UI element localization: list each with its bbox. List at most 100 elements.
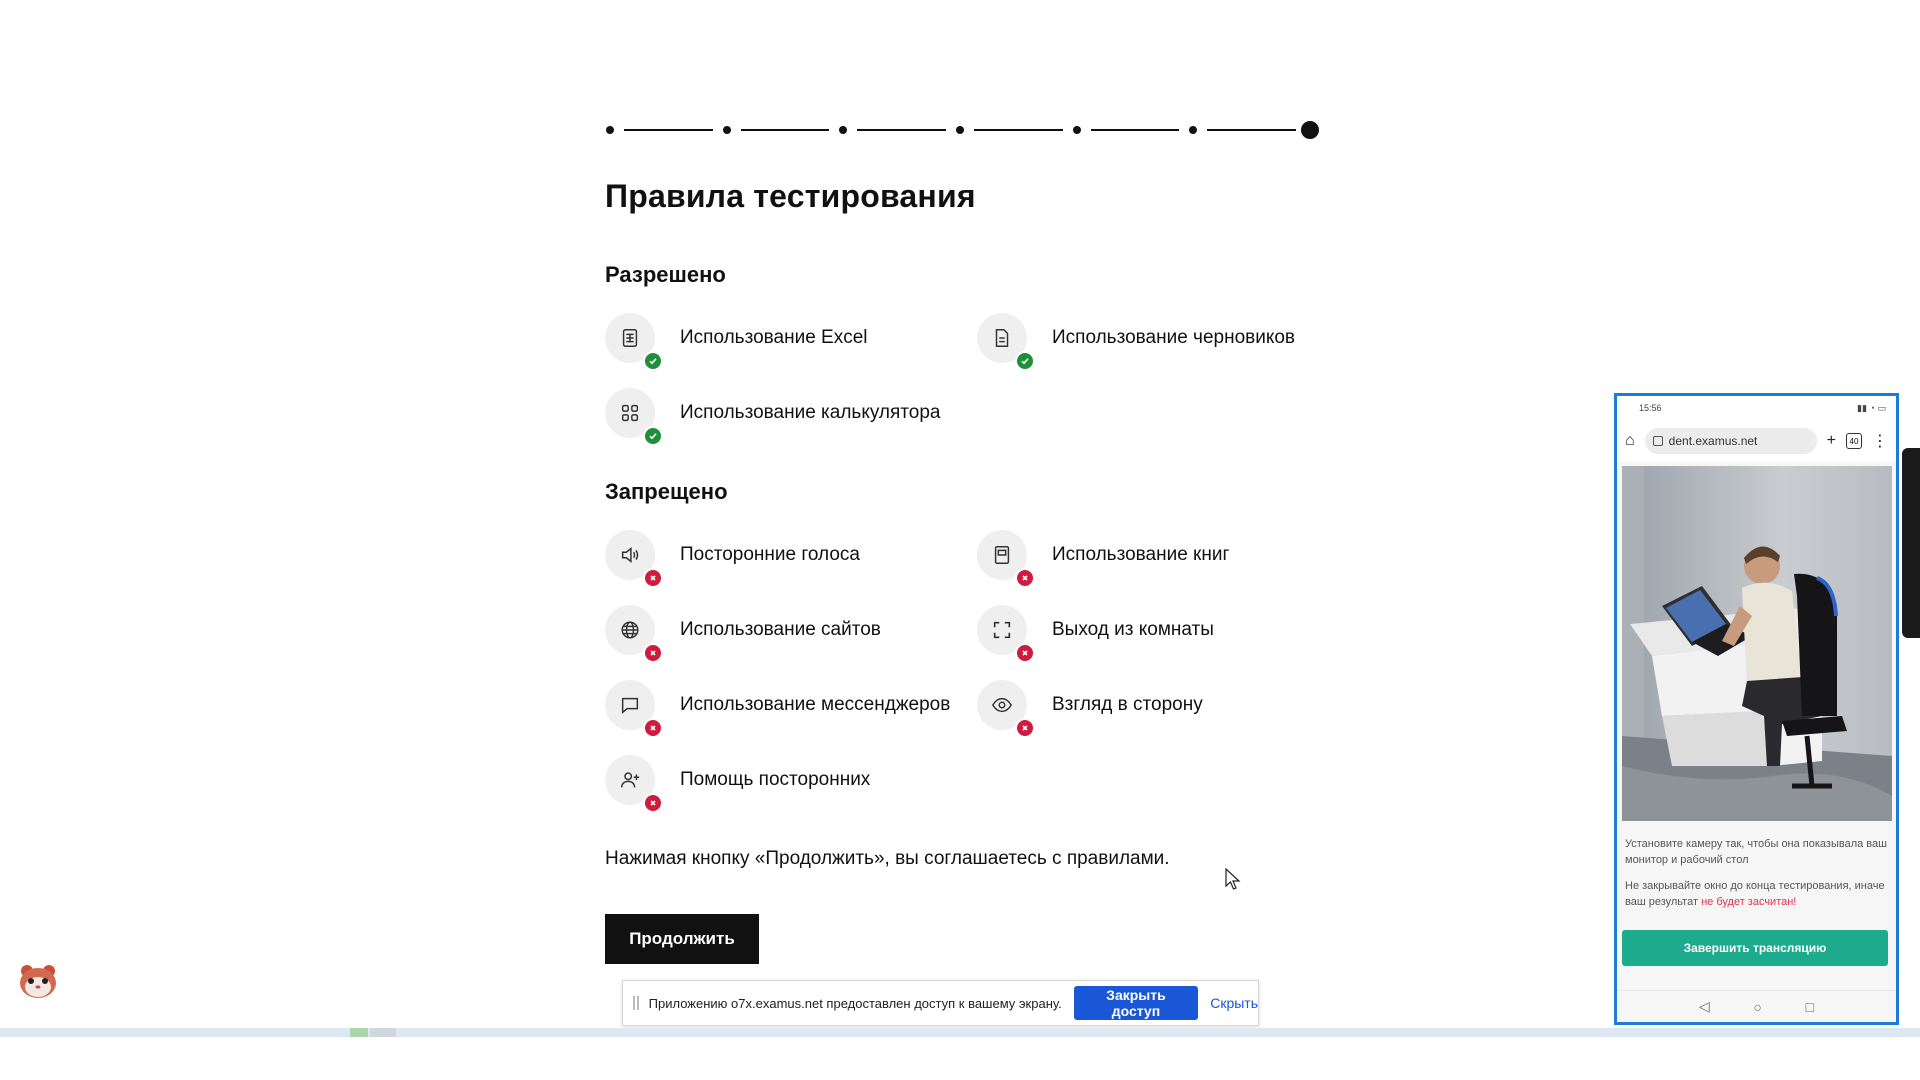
- rule-icon: [605, 530, 663, 588]
- step-dot-1: [606, 126, 614, 134]
- eye-icon: [991, 697, 1013, 713]
- signal-battery-icon: ▮▮ ◔ ▭: [1857, 402, 1886, 413]
- home-circle-icon[interactable]: ○: [1753, 999, 1761, 1015]
- step-dot-5: [1072, 126, 1081, 134]
- step-connector: [740, 129, 830, 131]
- step-connector: [857, 129, 946, 131]
- drag-handle-icon[interactable]: [633, 996, 639, 1010]
- rule-label: Использование калькулятора: [680, 402, 941, 423]
- phone-url-text: dent.examus.net: [1668, 434, 1758, 448]
- rule-label: Использование мессенджеров: [680, 694, 951, 715]
- rule-label: Использование книг: [1052, 544, 1230, 565]
- home-icon[interactable]: ⌂: [1625, 432, 1635, 450]
- rule-forbidden-leave-room: Выход из комнаты: [977, 602, 1347, 663]
- hide-link[interactable]: Скрыть: [1210, 995, 1258, 1011]
- rule-icon: [605, 605, 663, 663]
- camera-feed-image: [1622, 466, 1892, 821]
- step-connector: [624, 129, 713, 131]
- step-connector: [1090, 129, 1180, 131]
- stop-sharing-button[interactable]: Закрыть доступ: [1073, 986, 1199, 1020]
- rule-icon: [977, 313, 1035, 371]
- forbidden-cross-icon: [643, 718, 663, 738]
- calculator-grid-icon: [621, 404, 639, 422]
- screen-share-bar: Приложению o7x.examus.net предоставлен д…: [622, 980, 1259, 1026]
- mouse-cursor-icon: [1225, 868, 1241, 890]
- rule-icon: [605, 388, 663, 446]
- warning-highlight: не будет засчитан!: [1701, 896, 1797, 908]
- step-dot-6: [1189, 126, 1198, 134]
- phone-camera-panel: 15:56 ▮▮ ◔ ▭ ⌂ dent.examus.net + 40 ⋮ Ус…: [1614, 393, 1899, 1025]
- allowed-check-icon: [643, 426, 663, 446]
- taskbar: [0, 1028, 1920, 1037]
- rule-forbidden-voices: Посторонние голоса: [605, 527, 975, 588]
- progress-stepper: [601, 121, 1319, 139]
- rule-allowed-drafts: Использование черновиков: [977, 310, 1347, 371]
- hamster-avatar-icon[interactable]: [17, 962, 59, 1000]
- agreement-text: Нажимая кнопку «Продолжить», вы соглашае…: [605, 848, 1170, 869]
- rule-label: Использование Excel: [680, 327, 868, 348]
- menu-kebab-icon[interactable]: ⋮: [1872, 431, 1888, 451]
- step-connector: [974, 129, 1063, 131]
- rule-label: Взгляд в сторону: [1052, 694, 1203, 715]
- forbidden-cross-icon: [1015, 643, 1035, 663]
- rule-label: Помощь посторонних: [680, 769, 871, 790]
- rule-label: Использование черновиков: [1052, 327, 1296, 348]
- document-icon: [995, 329, 1009, 347]
- step-dot-4: [956, 126, 964, 134]
- continue-button[interactable]: Продолжить: [605, 914, 759, 964]
- allowed-check-icon: [1015, 351, 1035, 371]
- forbidden-cross-icon: [643, 568, 663, 588]
- rule-label: Посторонние голоса: [680, 544, 860, 565]
- phone-nav-bar: ◁ ○ □: [1617, 990, 1896, 1022]
- add-person-icon: [621, 772, 640, 788]
- rule-forbidden-look-away: Взгляд в сторону: [977, 677, 1347, 738]
- rule-allowed-calculator: Использование калькулятора: [605, 385, 975, 446]
- allowed-section-title: Разрешено: [605, 262, 726, 287]
- allowed-check-icon: [643, 351, 663, 371]
- end-broadcast-button[interactable]: Завершить трансляцию: [1622, 930, 1888, 966]
- camera-instruction-text: Установите камеру так, чтобы она показыв…: [1625, 838, 1887, 866]
- warning-text: Не закрывайте окно до конца тестирования…: [1625, 878, 1888, 910]
- phone-status-bar: 15:56 ▮▮ ◔ ▭: [1617, 396, 1896, 420]
- rule-icon: [977, 605, 1035, 663]
- site-settings-icon: [1652, 436, 1663, 446]
- side-panel-handle[interactable]: [1902, 448, 1920, 638]
- rule-icon: [977, 530, 1035, 588]
- rule-allowed-excel: Использование Excel: [605, 310, 975, 371]
- rule-icon: [605, 680, 663, 738]
- phone-url-field[interactable]: dent.examus.net: [1644, 428, 1817, 454]
- rule-icon: [605, 313, 663, 371]
- phone-browser-bar: ⌂ dent.examus.net + 40 ⋮: [1617, 420, 1896, 462]
- screen-share-message: Приложению o7x.examus.net предоставлен д…: [648, 995, 1062, 1011]
- rule-forbidden-sites: Использование сайтов: [605, 602, 975, 663]
- rule-forbidden-outside-help: Помощь посторонних: [605, 752, 975, 813]
- rule-label: Использование сайтов: [680, 619, 881, 640]
- forbidden-cross-icon: [1015, 568, 1035, 588]
- taskbar-item[interactable]: [370, 1028, 396, 1037]
- rule-forbidden-messengers: Использование мессенджеров: [605, 677, 975, 738]
- fullscreen-frame-icon: [993, 621, 1011, 639]
- page-title: Правила тестирования: [605, 178, 976, 214]
- phone-instructions: Установите камеру так, чтобы она показыв…: [1617, 836, 1896, 910]
- spreadsheet-icon: [622, 329, 638, 347]
- rule-icon: [605, 755, 663, 813]
- step-connector: [1207, 129, 1296, 131]
- chat-bubble-icon: [621, 697, 639, 714]
- forbidden-cross-icon: [1015, 718, 1035, 738]
- rule-label: Выход из комнаты: [1052, 619, 1214, 640]
- step-dot-3: [839, 126, 848, 134]
- taskbar-item[interactable]: [350, 1028, 368, 1037]
- forbidden-cross-icon: [643, 643, 663, 663]
- speaker-icon: [621, 547, 639, 563]
- back-icon[interactable]: ◁: [1699, 998, 1710, 1015]
- globe-icon: [621, 621, 639, 639]
- book-icon: [994, 546, 1010, 564]
- recents-icon[interactable]: □: [1806, 999, 1814, 1015]
- step-dot-7: [1301, 121, 1319, 139]
- rule-forbidden-books: Использование книг: [977, 527, 1347, 588]
- phone-time: 15:56: [1639, 403, 1662, 413]
- tabs-count-icon[interactable]: 40: [1846, 433, 1862, 449]
- new-tab-plus-icon[interactable]: +: [1827, 432, 1836, 450]
- forbidden-cross-icon: [643, 793, 663, 813]
- step-dot-2: [722, 126, 731, 134]
